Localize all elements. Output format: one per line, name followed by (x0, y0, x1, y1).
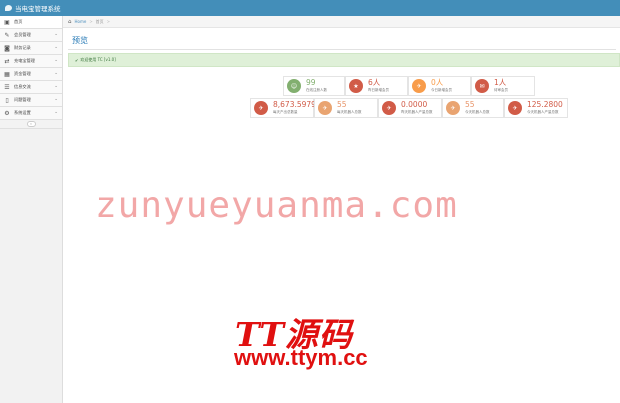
calendar-icon: ▦ (4, 70, 10, 78)
check-icon: ✔ (75, 57, 79, 63)
sidebar-item-members[interactable]: ✎ 会员管理 ⌄ (0, 29, 62, 42)
chevron-down-icon: ⌄ (54, 97, 58, 102)
sidebar-item-label: 问题管理 (14, 97, 31, 102)
stat-value: 55 (465, 100, 475, 109)
stat-label: 在线注册人数 (306, 88, 327, 92)
sidebar-item-messages[interactable]: ☰ 信息交流 ⌄ (0, 81, 62, 94)
plane-icon: ✈ (446, 101, 460, 115)
plane-icon: ✈ (254, 101, 268, 115)
sidebar-item-finance[interactable]: ◙ 财务记录 ⌄ (0, 42, 62, 55)
alert-text: 欢迎使用 TC [v1.0] (80, 57, 116, 62)
stat-label: 今天机器人产量总数 (527, 110, 559, 114)
sidebar: ▣ 首页 ✎ 会员管理 ⌄ ◙ 财务记录 ⌄ ⇄ 充电宝管理 ⌄ ▦ 资金管理 … (0, 16, 63, 403)
plane-icon: ✈ (412, 79, 426, 93)
smile-icon: ☺ (287, 79, 301, 93)
stat-value: 99 (306, 78, 316, 87)
sidebar-item-label: 充电宝管理 (14, 58, 35, 63)
breadcrumb: ⌂ Home > 首页 > (63, 16, 620, 28)
site-watermark: zunyueyuanma.com (95, 185, 458, 226)
stat-value: 6人 (368, 78, 381, 87)
stat-value: 0人 (431, 78, 444, 87)
chevron-down-icon: ⌄ (54, 58, 58, 63)
edit-icon: ✎ (4, 31, 10, 39)
sidebar-item-label: 财务记录 (14, 45, 31, 50)
sidebar-item-issues[interactable]: ▯ 问题管理 ⌄ (0, 94, 62, 107)
comment-icon: ✉ (475, 79, 489, 93)
file-icon: ▯ (5, 96, 9, 104)
stat-label: 昨天机器人产量总数 (401, 110, 433, 114)
stat-value: 8,673.5979 (273, 100, 316, 109)
leaf-logo-icon (5, 5, 12, 11)
stat-label: 每天产出总数量 (273, 110, 298, 114)
stat-value: 1人 (494, 78, 507, 87)
stat-pending-members[interactable]: ✉ 1人 待审会员 (471, 76, 535, 96)
sidebar-item-label: 信息交流 (14, 84, 31, 89)
chevron-down-icon: ⌄ (54, 45, 58, 50)
plane-icon: ✈ (318, 101, 332, 115)
stat-yesterday-new-members[interactable]: ★ 6人 昨日新增会员 (345, 76, 408, 96)
sidebar-item-home[interactable]: ▣ 首页 (0, 16, 62, 29)
stat-value: 55 (337, 100, 347, 109)
breadcrumb-separator: > (106, 19, 111, 24)
home-icon[interactable]: ⌂ (68, 19, 72, 25)
sidebar-item-label: 系统设置 (14, 110, 31, 115)
stat-today-robot-output[interactable]: ✈ 125.2800 今天机器人产量总数 (504, 98, 568, 118)
sidebar-item-funds[interactable]: ▦ 资金管理 ⌄ (0, 68, 62, 81)
chevron-down-icon: ⌄ (54, 71, 58, 76)
welcome-alert: ✔ 欢迎使用 TC [v1.0] (68, 53, 620, 67)
breadcrumb-home-link[interactable]: Home (75, 19, 87, 24)
stat-label: 昨日新增会员 (368, 88, 389, 92)
list-icon: ☰ (4, 83, 10, 91)
shuffle-icon: ⇄ (4, 57, 10, 65)
sidebar-collapse-button[interactable]: « (0, 120, 62, 129)
stat-today-new-members[interactable]: ✈ 0人 今日新增会员 (408, 76, 471, 96)
url-watermark: www.ttym.cc (234, 345, 368, 370)
double-chevron-left-icon: « (26, 121, 36, 127)
page-title: 预览 (72, 36, 88, 45)
sidebar-item-label: 首页 (14, 19, 23, 24)
sidebar-item-settings[interactable]: ⚙ 系统设置 ⌄ (0, 107, 62, 120)
coins-icon: ◙ (4, 44, 10, 52)
chevron-down-icon: ⌄ (54, 84, 58, 89)
stat-label: 每天机器人总数 (337, 110, 362, 114)
sidebar-item-label: 会员管理 (14, 32, 31, 37)
divider (68, 49, 616, 50)
stat-daily-output[interactable]: ✈ 8,673.5979 每天产出总数量 (250, 98, 316, 118)
app-title[interactable]: 当电宝管理系统 (15, 3, 61, 13)
chevron-down-icon: ⌄ (54, 110, 58, 115)
stat-online-registered[interactable]: ☺ 99 在线注册人数 (283, 76, 345, 96)
stat-daily-robots[interactable]: ✈ 55 每天机器人总数 (314, 98, 378, 118)
stat-yesterday-robot-output[interactable]: ✈ 0.0000 昨天机器人产量总数 (378, 98, 442, 118)
stat-label: 待审会员 (494, 88, 508, 92)
stat-today-robots[interactable]: ✈ 55 今天机器人总数 (442, 98, 504, 118)
sidebar-item-label: 资金管理 (14, 71, 31, 76)
stat-value: 0.0000 (401, 100, 428, 109)
gear-icon: ⚙ (4, 109, 10, 117)
sidebar-item-powerbank[interactable]: ⇄ 充电宝管理 ⌄ (0, 55, 62, 68)
stat-value: 125.2800 (527, 100, 563, 109)
stat-label: 今天机器人总数 (465, 110, 490, 114)
stat-label: 今日新增会员 (431, 88, 452, 92)
breadcrumb-separator: > (89, 19, 93, 24)
plane-icon: ✈ (382, 101, 396, 115)
top-navbar: 当电宝管理系统 (0, 0, 620, 16)
plane-icon: ✈ (508, 101, 522, 115)
breadcrumb-current: 首页 (95, 18, 104, 24)
star-icon: ★ (349, 79, 363, 93)
dashboard-icon: ▣ (4, 18, 10, 26)
chevron-down-icon: ⌄ (54, 32, 58, 37)
